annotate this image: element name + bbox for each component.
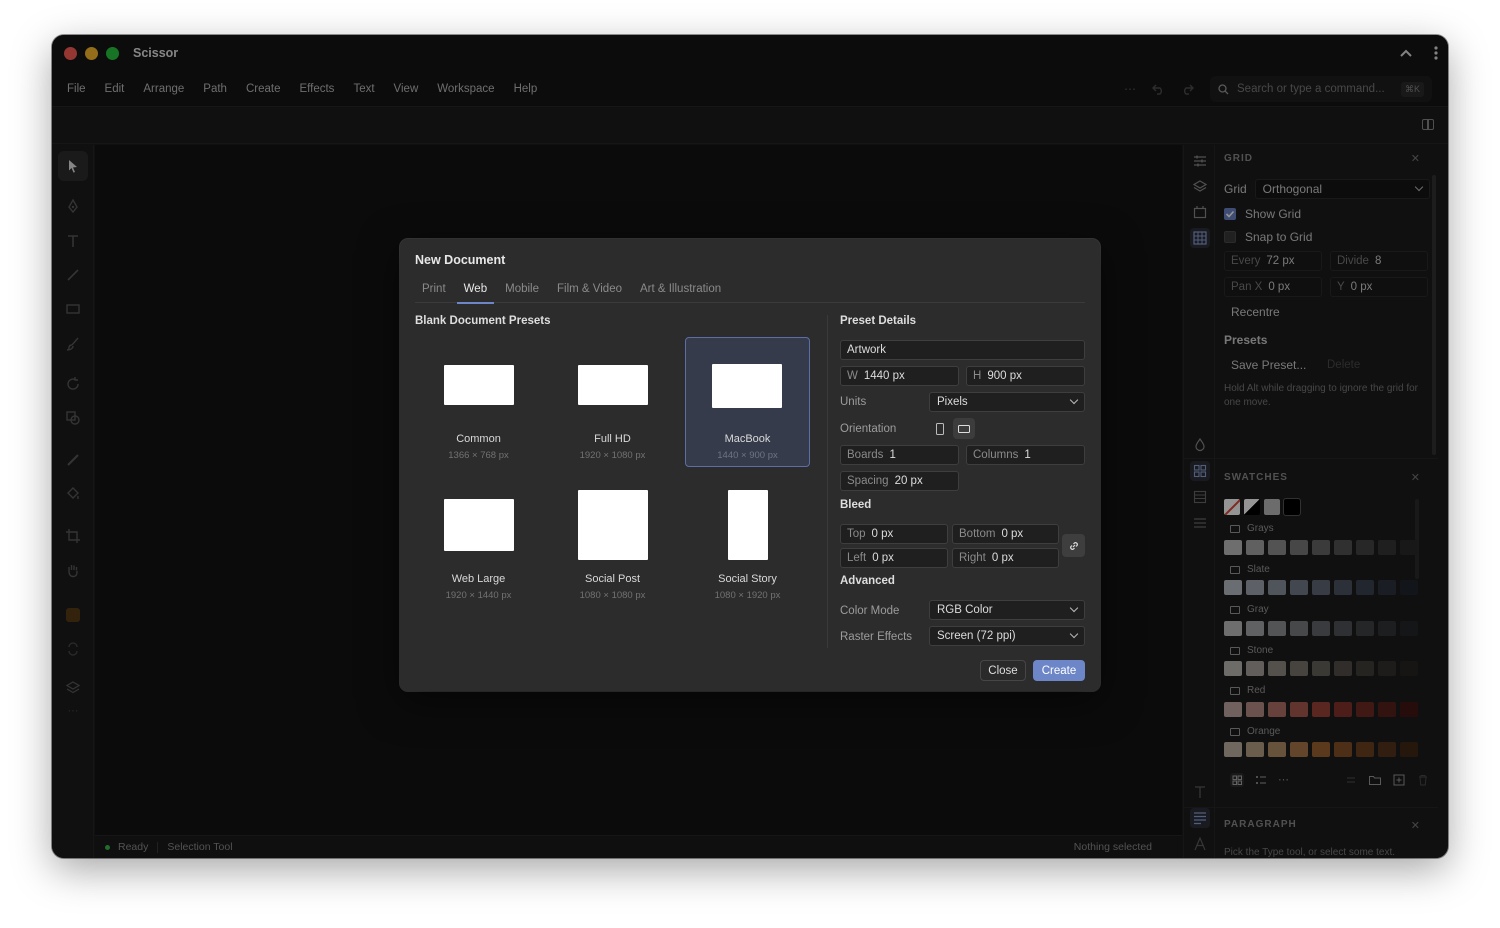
chevron-down-icon [1069,395,1079,405]
bleed-left-field[interactable]: Left 0 px [840,548,948,568]
columns-value: 1 [1024,449,1031,461]
units-label: Units [840,396,867,408]
preset-thumbnail [578,490,648,560]
orientation-label: Orientation [840,423,897,435]
portrait-orientation-button[interactable] [931,419,949,439]
bleed-top-value: 0 px [871,528,894,540]
advanced-heading: Advanced [840,575,895,587]
color-mode-select[interactable]: RGB Color [929,600,1085,620]
bleed-bottom-value: 0 px [1001,528,1024,540]
preset-thumbnail [444,499,514,551]
preset-name: Social Post [584,573,641,585]
preset-common[interactable]: Common 1366 × 768 px [416,337,541,467]
preset-thumbnail [578,365,648,405]
width-label: W [847,370,858,382]
raster-effects-value: Screen (72 ppi) [937,630,1016,642]
preset-name: MacBook [724,433,771,445]
width-field[interactable]: W 1440 px [840,366,959,386]
presets-heading: Blank Document Presets [415,315,551,327]
boards-field[interactable]: Boards 1 [840,445,959,465]
preset-name: Full HD [594,433,631,445]
tab-print[interactable]: Print [415,283,453,303]
chevron-down-icon [1069,603,1079,613]
color-mode-value: RGB Color [937,604,993,616]
dialog-title: New Document [415,253,506,267]
height-field[interactable]: H 900 px [966,366,1085,386]
new-document-dialog: New Document Print Web Mobile Film & Vid… [400,239,1100,691]
preset-web-large[interactable]: Web Large 1920 × 1440 px [416,477,541,607]
spacing-field[interactable]: Spacing 20 px [840,471,959,491]
raster-effects-select[interactable]: Screen (72 ppi) [929,626,1085,646]
preset-social-post[interactable]: Social Post 1080 × 1080 px [550,477,675,607]
spacing-label: Spacing [847,475,889,487]
preset-social-story[interactable]: Social Story 1080 × 1920 px [685,477,810,607]
document-name-input[interactable]: Artwork [840,340,1085,360]
dialog-tabs: Print Web Mobile Film & Video Art & Illu… [415,283,1085,304]
preset-thumbnail [444,365,514,405]
landscape-icon [958,424,970,433]
document-name-value: Artwork [847,344,886,356]
bleed-top-field[interactable]: Top 0 px [840,524,948,544]
bleed-right-field[interactable]: Right 0 px [952,548,1059,568]
bleed-bottom-field[interactable]: Bottom 0 px [952,524,1059,544]
bleed-heading: Bleed [840,499,872,511]
chevron-down-icon [1069,629,1079,639]
columns-field[interactable]: Columns 1 [966,445,1085,465]
preset-size: 1920 × 1080 px [579,450,646,461]
preset-name: Common [456,433,501,445]
bleed-left-label: Left [847,552,867,564]
spacing-value: 20 px [894,475,923,487]
tab-mobile[interactable]: Mobile [498,283,546,303]
link-bleed-button[interactable] [1062,534,1085,557]
preset-name: Web Large [451,573,506,585]
bleed-left-value: 0 px [872,552,894,564]
preset-details-heading: Preset Details [840,315,917,327]
width-value: 1440 px [863,370,905,382]
color-mode-label: Color Mode [840,605,900,617]
preset-size: 1080 × 1920 px [714,590,781,601]
create-button[interactable]: Create [1033,660,1085,681]
link-icon [1069,541,1078,550]
preset-size: 1366 × 768 px [448,450,509,461]
tab-film-video[interactable]: Film & Video [550,283,629,303]
preset-full-hd[interactable]: Full HD 1920 × 1080 px [550,337,675,467]
close-button[interactable]: Close [980,660,1026,681]
preset-macbook[interactable]: MacBook 1440 × 900 px [685,337,810,467]
preset-thumbnail [728,490,768,560]
height-value: 900 px [987,370,1022,382]
preset-size: 1080 × 1080 px [579,590,646,601]
columns-label: Columns [973,449,1019,461]
tab-web[interactable]: Web [456,283,495,304]
preset-name: Social Story [718,573,777,585]
bleed-bottom-label: Bottom [959,528,996,540]
tab-art-illustration[interactable]: Art & Illustration [633,283,728,303]
preset-thumbnail [712,364,782,408]
units-value: Pixels [937,396,968,408]
units-select[interactable]: Pixels [929,392,1085,412]
boards-value: 1 [889,449,896,461]
bleed-top-label: Top [847,528,866,540]
bleed-right-value: 0 px [991,552,1014,564]
landscape-orientation-button[interactable] [953,418,975,439]
portrait-icon [936,423,944,435]
preset-size: 1920 × 1440 px [445,590,512,601]
height-label: H [973,370,982,382]
bleed-right-label: Right [959,552,986,564]
preset-size: 1440 × 900 px [717,450,778,461]
app-window: Scissor File Edit Arrange Path Create Ef… [52,35,1448,858]
raster-effects-label: Raster Effects [840,631,913,643]
boards-label: Boards [847,449,884,461]
